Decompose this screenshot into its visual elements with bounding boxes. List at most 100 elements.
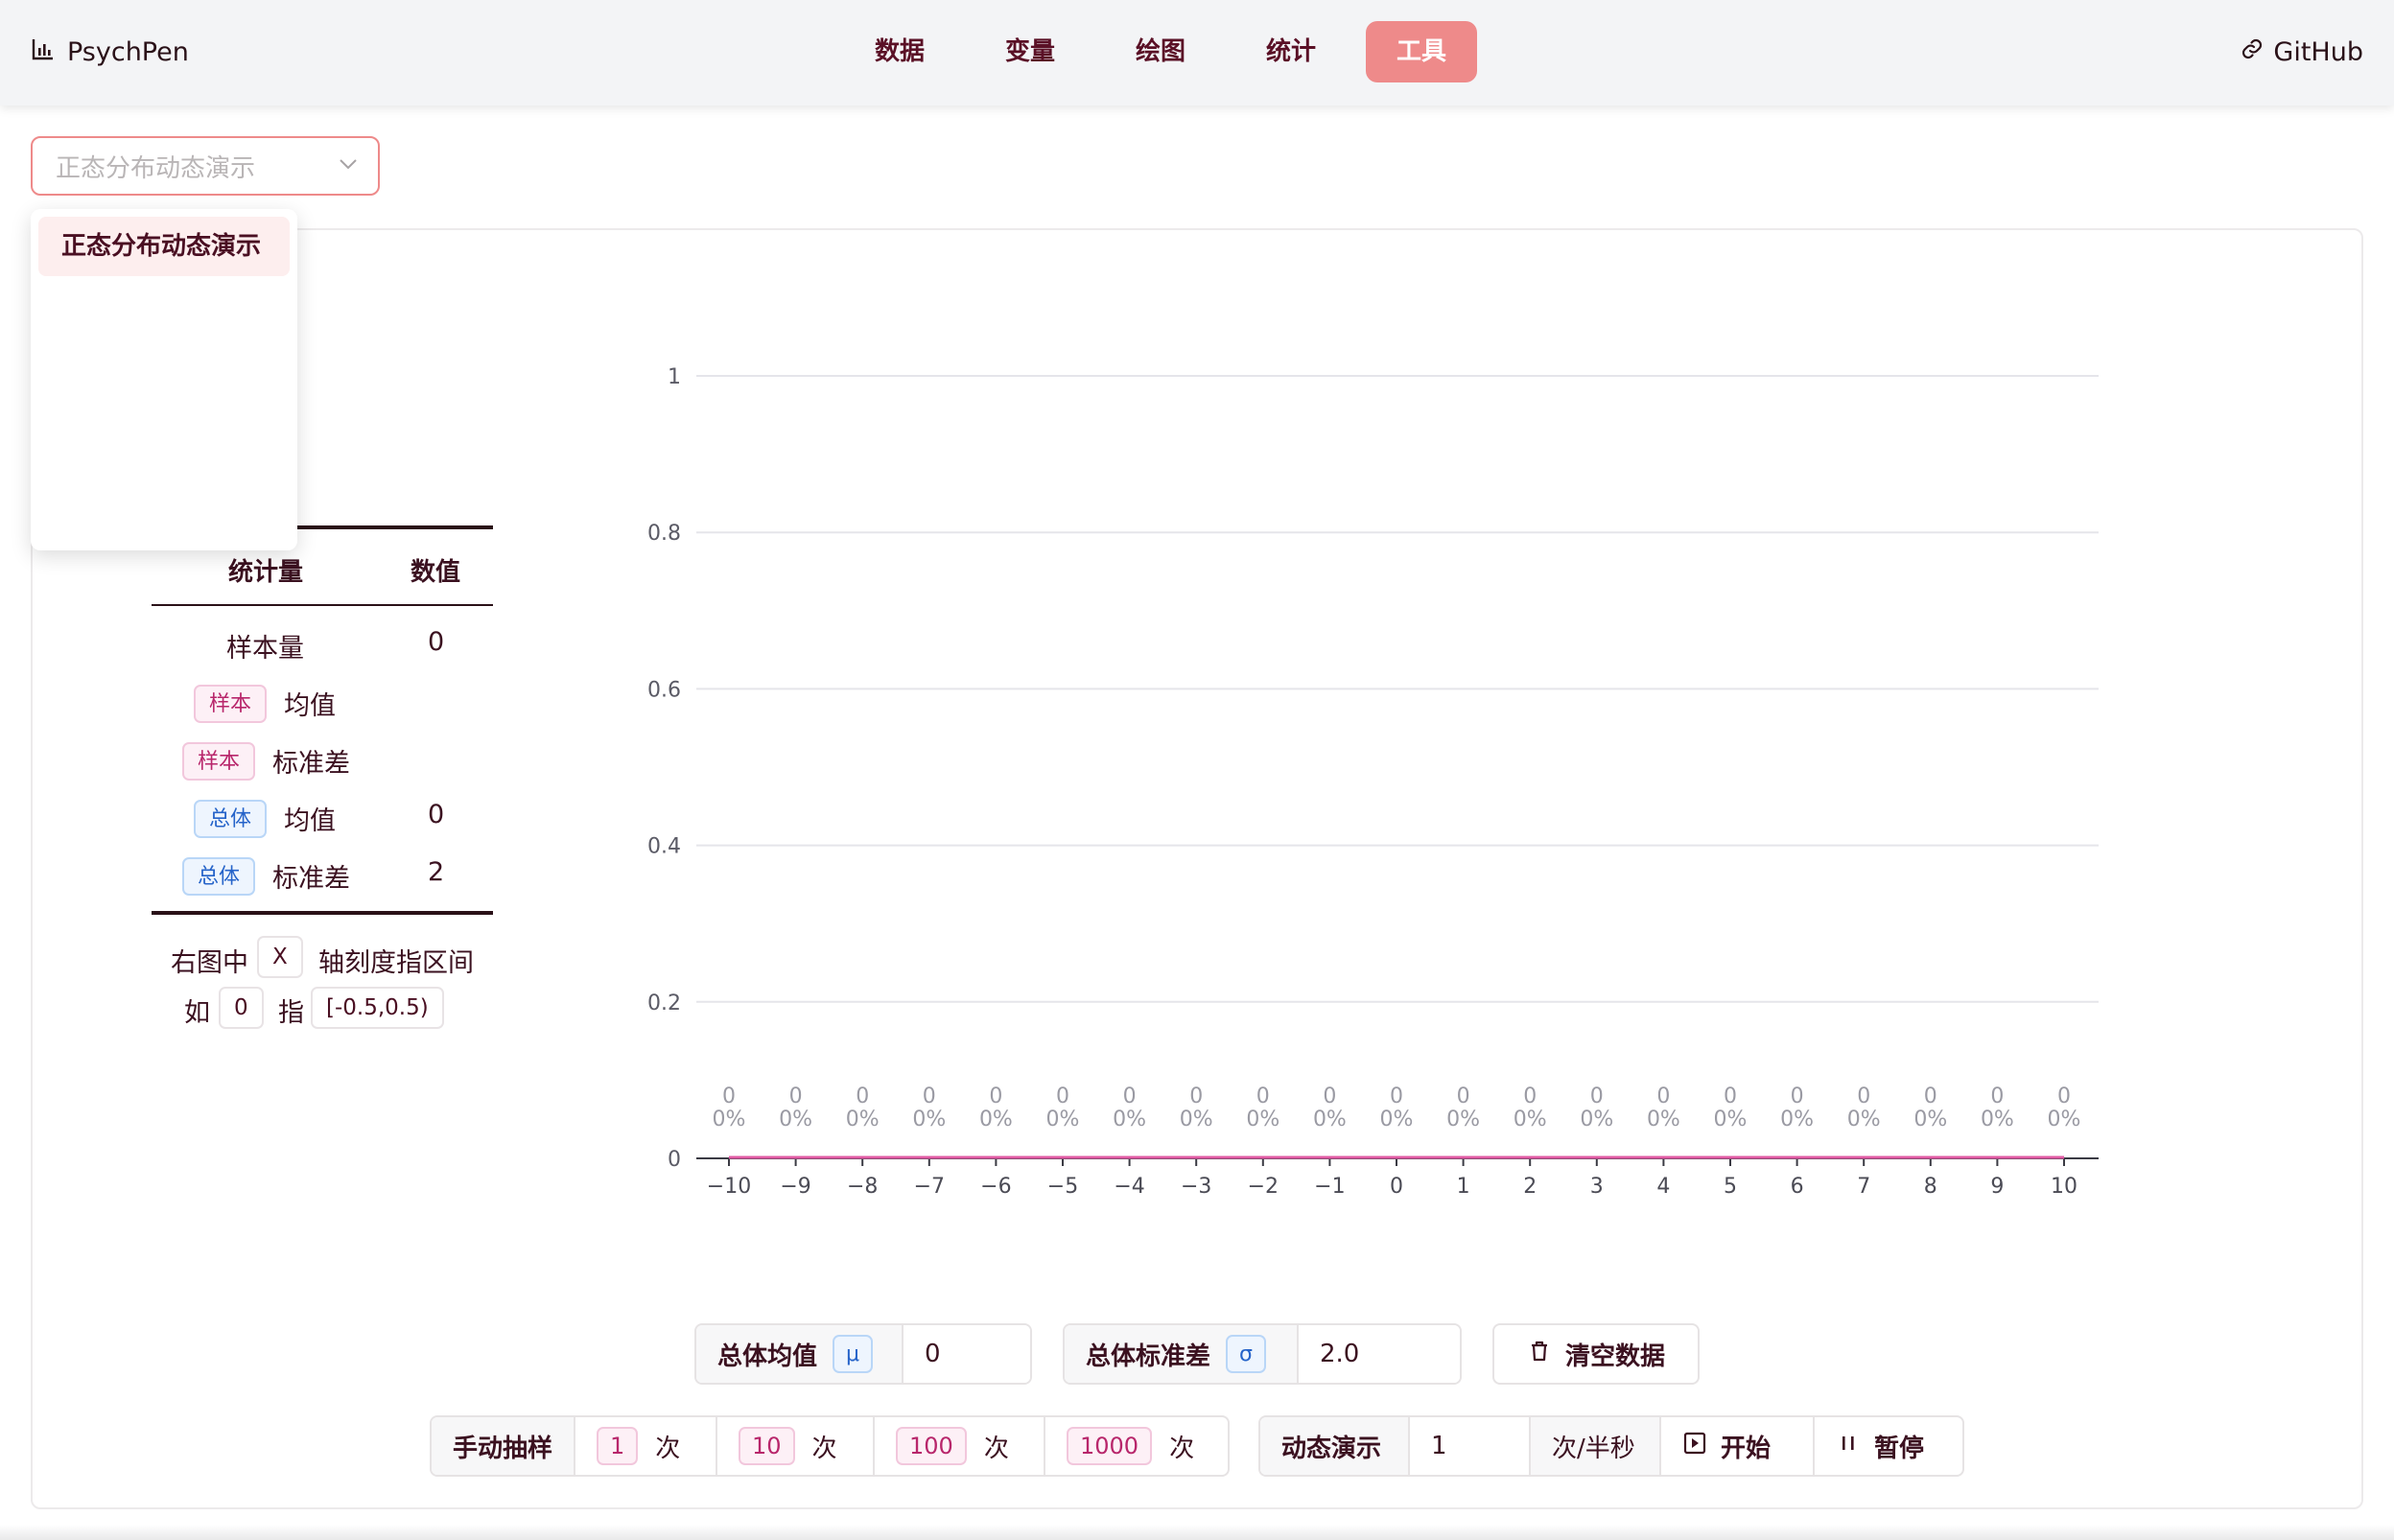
bar-percent-label: 0% — [1647, 1108, 1680, 1132]
top-nav: PsychPen 数据 变量 绘图 统计 工具 GitHub — [0, 0, 2394, 105]
bar-percent-label: 0% — [1380, 1108, 1414, 1132]
pop-sd-input[interactable]: 2.0 — [1299, 1325, 1460, 1383]
x-tick-label: 10 — [2051, 1175, 2077, 1199]
y-tick-label: 0.6 — [647, 678, 681, 702]
pop-sd-label: 标准差 — [272, 864, 350, 894]
bar-count-label: 0 — [989, 1085, 1002, 1108]
example-mid: 指 — [278, 998, 304, 1028]
y-tick-label: 0 — [668, 1148, 681, 1172]
chevron-down-icon — [338, 153, 359, 178]
x-tick-label: 6 — [1791, 1175, 1804, 1199]
bar-percent-label: 0% — [779, 1108, 812, 1132]
bar-percent-label: 0% — [1913, 1108, 1947, 1132]
bar-count-label: 0 — [1056, 1085, 1069, 1108]
sample-tag: 样本 — [182, 742, 256, 781]
axis-chip: X — [257, 936, 303, 978]
github-label: GitHub — [2273, 36, 2363, 67]
bar-percent-label: 0% — [912, 1108, 946, 1132]
x-tick-label: −5 — [1047, 1175, 1078, 1199]
sample-1000-button[interactable]: 1000 次 — [1045, 1417, 1228, 1475]
bar-percent-label: 0% — [1313, 1108, 1347, 1132]
bar-count-label: 0 — [1457, 1085, 1470, 1108]
tool-dropdown: 正态分布动态演示 — [31, 209, 297, 550]
clear-group: 清空数据 — [1492, 1323, 1700, 1385]
pause-button[interactable]: 暂停 — [1815, 1417, 1962, 1475]
times-unit: 次 — [811, 1434, 837, 1463]
bar-percent-label: 0% — [1981, 1108, 2014, 1132]
brand-name: PsychPen — [67, 36, 189, 67]
sample-size-value: 0 — [428, 627, 445, 657]
clear-data-button[interactable]: 清空数据 — [1494, 1325, 1698, 1383]
nav-item-data[interactable]: 数据 — [844, 21, 955, 82]
header-value: 数值 — [411, 558, 461, 587]
sample-count: 1 — [597, 1427, 639, 1465]
sample-mean-label: 均值 — [284, 691, 336, 721]
bar-count-label: 0 — [2057, 1085, 2071, 1108]
nav-item-variables[interactable]: 变量 — [974, 21, 1086, 82]
sample-100-button[interactable]: 100 次 — [875, 1417, 1045, 1475]
bar-percent-label: 0% — [1246, 1108, 1279, 1132]
axis-note-text-2: 轴刻度指区间 — [318, 948, 474, 978]
demo-rate-unit: 次/半秒 — [1531, 1417, 1661, 1475]
bar-count-label: 0 — [1990, 1085, 2004, 1108]
bar-percent-label: 0% — [979, 1108, 1013, 1132]
x-tick-label: 2 — [1523, 1175, 1537, 1199]
demo-rate-input[interactable]: 1 — [1410, 1417, 1531, 1475]
table-row: 总体 标准差 2 — [152, 846, 493, 903]
pop-sd-value: 2 — [428, 857, 445, 887]
pop-mean-group: 总体均值 μ 0 — [694, 1323, 1032, 1385]
header-stat: 统计量 — [228, 558, 304, 587]
bar-count-label: 0 — [1791, 1085, 1804, 1108]
nav-item-statistics[interactable]: 统计 — [1235, 21, 1347, 82]
sample-1-button[interactable]: 1 次 — [575, 1417, 717, 1475]
bar-count-label: 0 — [1857, 1085, 1870, 1108]
nav-item-plot[interactable]: 绘图 — [1105, 21, 1216, 82]
table-row: 总体 均值 0 — [152, 788, 493, 846]
pop-mean-value: 0 — [428, 800, 445, 829]
x-tick-label: −6 — [980, 1175, 1011, 1199]
bar-percent-label: 0% — [713, 1108, 746, 1132]
x-tick-label: 8 — [1924, 1175, 1937, 1199]
sample-10-button[interactable]: 10 次 — [717, 1417, 875, 1475]
x-tick-label: −3 — [1181, 1175, 1211, 1199]
x-tick-label: −9 — [780, 1175, 810, 1199]
tool-select[interactable]: 正态分布动态演示 — [31, 136, 380, 196]
tool-option-normal-demo[interactable]: 正态分布动态演示 — [38, 217, 290, 276]
bar-count-label: 0 — [1656, 1085, 1670, 1108]
bar-percent-label: 0% — [1514, 1108, 1547, 1132]
x-tick-label: −1 — [1314, 1175, 1345, 1199]
bar-percent-label: 0% — [2048, 1108, 2081, 1132]
brand[interactable]: PsychPen — [31, 33, 189, 71]
table-row: 样本量 0 — [152, 616, 493, 673]
population-tag: 总体 — [182, 857, 256, 896]
bar-percent-label: 0% — [1714, 1108, 1748, 1132]
x-tick-label: −4 — [1114, 1175, 1144, 1199]
start-label: 开始 — [1721, 1434, 1772, 1463]
nav-item-tools[interactable]: 工具 — [1366, 21, 1477, 82]
example-value-chip: 0 — [219, 987, 264, 1029]
x-tick-label: 3 — [1590, 1175, 1604, 1199]
stats-table: 统计量 数值 样本量 0 样本 均值 样本 标准差 总体 均值 0 总体 标准差… — [152, 525, 493, 915]
dynamic-demo-group: 动态演示 1 次/半秒 开始 暂停 — [1258, 1415, 1964, 1477]
bar-percent-label: 0% — [1847, 1108, 1881, 1132]
axis-note-text: 右图中 — [171, 948, 248, 978]
histogram-chart: 00.20.40.60.81−1000%−900%−800%−700%−600%… — [647, 365, 2099, 1199]
link-icon — [2241, 37, 2264, 67]
bar-percent-label: 0% — [1180, 1108, 1213, 1132]
example-prefix: 如 — [184, 998, 210, 1028]
play-icon — [1682, 1431, 1707, 1462]
bar-count-label: 0 — [1123, 1085, 1137, 1108]
table-bottom-rule — [152, 911, 493, 915]
trash-icon — [1527, 1339, 1552, 1370]
times-unit: 次 — [1169, 1434, 1195, 1463]
pop-sd-label-text: 总体标准差 — [1086, 1342, 1211, 1371]
bar-count-label: 0 — [1256, 1085, 1270, 1108]
tool-select-value: 正态分布动态演示 — [56, 153, 256, 183]
pop-mean-input[interactable]: 0 — [904, 1325, 1030, 1383]
y-tick-label: 0.2 — [647, 992, 681, 1015]
github-link[interactable]: GitHub — [2241, 33, 2363, 71]
bar-count-label: 0 — [789, 1085, 803, 1108]
bar-percent-label: 0% — [1780, 1108, 1814, 1132]
start-button[interactable]: 开始 — [1661, 1417, 1815, 1475]
bar-percent-label: 0% — [846, 1108, 880, 1132]
